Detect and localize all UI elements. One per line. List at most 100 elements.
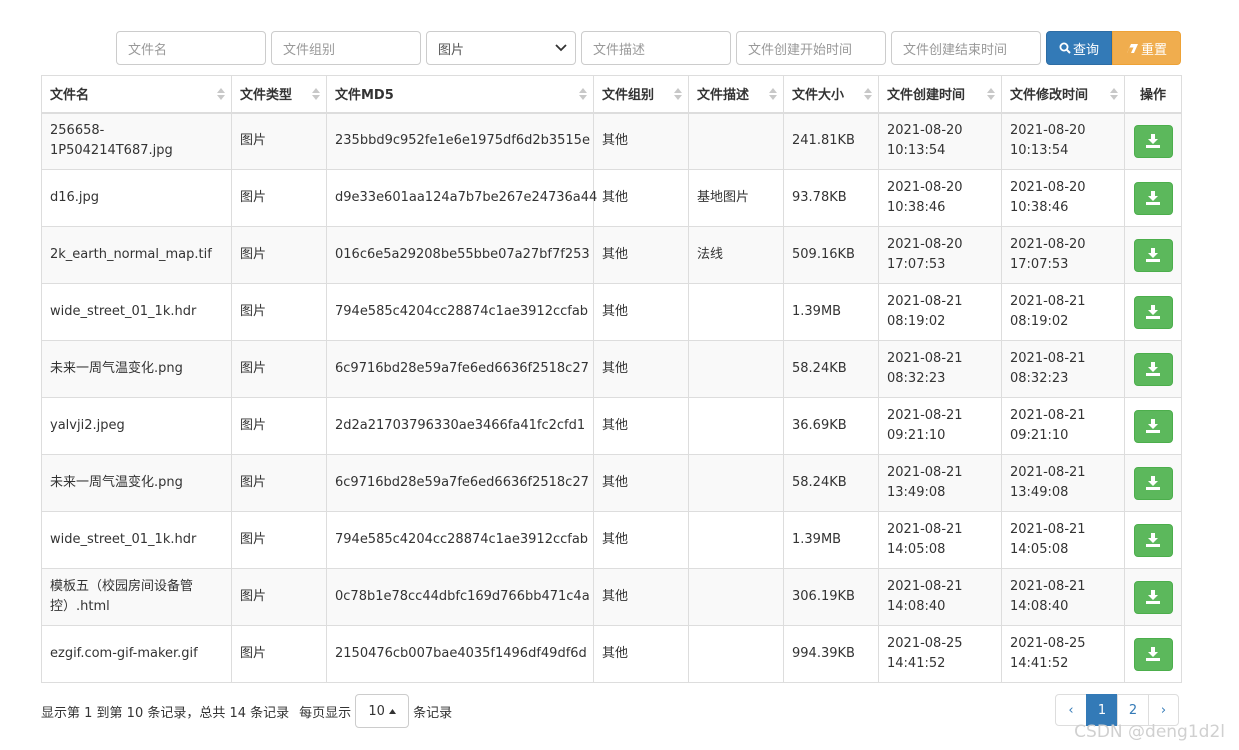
header-md5[interactable]: 文件MD5 [326,75,594,114]
download-button[interactable] [1133,352,1173,386]
header-label: 文件MD5 [335,88,394,104]
cell-md5: d9e33e601aa124a7b7be267e24736a44 [326,169,597,227]
cell-filetype: 图片 [231,511,327,569]
download-icon [1146,419,1160,433]
cell-actions [1124,454,1182,512]
cell-created: 2021-08-21 14:08:40 [878,568,1002,626]
sort-icon[interactable] [579,87,587,101]
header-actions: 操作 [1124,75,1182,114]
header-label: 文件修改时间 [1010,88,1089,104]
created-date: 2021-08-20 [887,123,963,139]
cell-filetype: 图片 [231,568,327,626]
cell-filename: wide_street_01_1k.hdr [41,511,232,569]
cell-filename: 模板五（校园房间设备管控）.html [41,568,232,626]
cell-modified: 2021-08-21 08:19:02 [1001,283,1125,341]
sort-icon[interactable] [987,87,995,101]
sort-icon[interactable] [1110,87,1118,101]
cell-md5: 235bbd9c952fe1e6e1975df6d2b3515e [326,112,594,170]
eraser-icon [1126,43,1138,53]
cell-md5: 794e585c4204cc28874c1ae3912ccfab [326,511,594,569]
cell-created: 2021-08-21 09:21:10 [878,397,1002,455]
sort-icon[interactable] [864,87,872,101]
pagination-info: 显示第 1 到第 10 条记录，总共 14 条记录 每页显示 10 条记录 [41,694,452,728]
created-date: 2021-08-21 [887,522,963,537]
header-group[interactable]: 文件组别 [593,75,689,114]
download-button[interactable] [1133,523,1173,557]
table-row: 256658-1P504214T687.jpg 图片 235bbd9c952fe1e… [41,112,1182,170]
modified-date: 2021-08-20 [1010,123,1086,139]
sort-icon[interactable] [217,87,225,101]
group-input[interactable]: 文件组别 [271,31,421,65]
download-button[interactable] [1133,466,1173,500]
cell-md5: 2150476cb007bae4035f1496df49df6d [326,625,594,683]
sort-icon[interactable] [312,87,320,101]
modified-time: 14:05:08 [1010,542,1069,557]
download-button[interactable] [1133,637,1173,671]
filename-input[interactable]: 文件名 [116,31,266,65]
desc-input[interactable]: 文件描述 [581,31,731,65]
created-time: 10:13:54 [887,143,946,159]
reset-button-label: 重置 [1140,42,1167,58]
header-modified[interactable]: 文件修改时间 [1001,75,1125,114]
download-button[interactable] [1133,238,1173,272]
cell-desc [688,112,784,170]
cell-group: 其他 [593,511,689,569]
download-button[interactable] [1133,181,1173,215]
end-time-input[interactable]: 文件创建结束时间 [891,31,1041,65]
cell-desc [688,283,784,341]
cell-created: 2021-08-20 17:07:53 [878,226,1002,284]
cell-filetype: 图片 [231,625,327,683]
download-button[interactable] [1133,580,1173,614]
sort-icon[interactable] [769,87,777,101]
download-icon [1146,647,1160,661]
cell-md5: 794e585c4204cc28874c1ae3912ccfab [326,283,594,341]
header-created[interactable]: 文件创建时间 [878,75,1002,114]
header-desc[interactable]: 文件描述 [688,75,784,114]
download-button[interactable] [1133,409,1173,443]
modified-time: 08:19:02 [1010,314,1069,329]
modified-date: 2021-08-21 [1010,579,1086,594]
cell-size: 1.39MB [783,511,879,569]
query-button[interactable]: 查询 [1046,31,1112,65]
caret-up-icon [388,708,396,714]
cell-actions [1124,226,1182,284]
header-filename[interactable]: 文件名 [41,75,232,114]
modified-date: 2021-08-21 [1010,522,1086,537]
start-time-input[interactable]: 文件创建开始时间 [736,31,886,65]
cell-actions [1124,568,1182,626]
header-size[interactable]: 文件大小 [783,75,879,114]
file-table-container: 文件名 文件类型 文件MD5 文件组别 文件描述 文件大小 文件创建时间 文件修改时间 操作 2… [41,75,1182,683]
download-icon [1146,134,1160,149]
cell-created: 2021-08-20 10:38:46 [878,169,1002,227]
download-icon [1146,191,1160,205]
download-button[interactable] [1133,124,1173,158]
search-icon [1059,42,1071,54]
table-body: 256658-1P504214T687.jpg 图片 235bbd9c952fe1e… [41,112,1182,683]
cell-size: 36.69KB [783,397,879,455]
modified-time: 14:41:52 [1010,656,1069,671]
cell-size: 1.39MB [783,283,879,341]
reset-button[interactable]: 重置 [1112,31,1181,65]
header-label: 文件创建时间 [887,88,966,104]
cell-group: 其他 [593,226,689,284]
header-filetype[interactable]: 文件类型 [231,75,327,114]
cell-group: 其他 [593,625,689,683]
modified-date: 2021-08-25 [1010,636,1086,651]
type-select[interactable]: 图片 [426,31,576,65]
search-toolbar: 文件名 文件组别 图片 文件描述 文件创建开始时间 文件创建结束时间 查询 重置 [116,31,1181,65]
table-row: wide_street_01_1k.hdr 图片 794e585c4204cc288… [41,283,1182,341]
header-label: 文件名 [50,88,90,104]
cell-desc [688,454,784,512]
cell-size: 58.24KB [783,340,879,398]
created-time: 09:21:10 [887,428,946,443]
sort-icon[interactable] [674,87,682,101]
download-button[interactable] [1133,295,1173,329]
page-size-dropdown[interactable]: 10 [355,694,410,728]
cell-desc [688,625,784,683]
cell-filetype: 图片 [231,169,327,227]
cell-desc [688,340,784,398]
cell-filetype: 图片 [231,340,327,398]
header-label: 文件组别 [602,88,655,104]
created-date: 2021-08-25 [887,636,963,651]
cell-size: 58.24KB [783,454,879,512]
